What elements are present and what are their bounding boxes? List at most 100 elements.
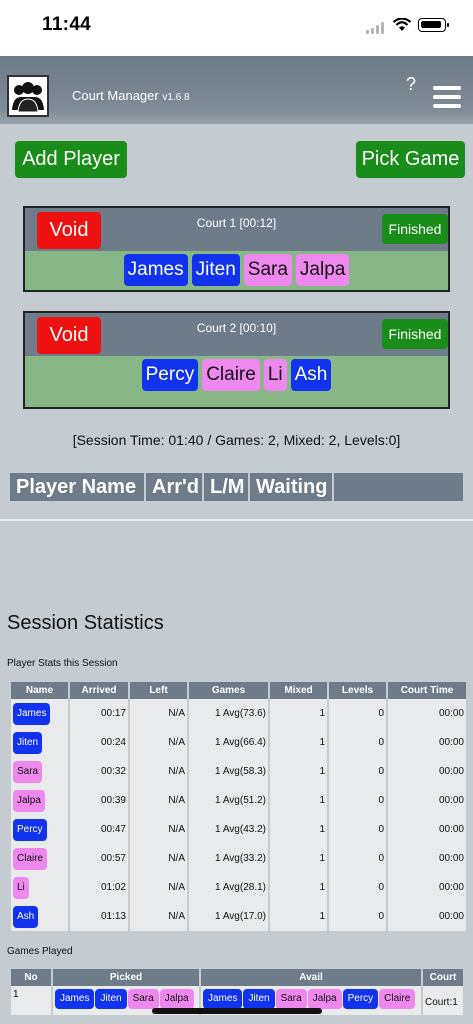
table-row: Jalpa 00:39 N/A 1 Avg(51.2) 1 0 00:00 bbox=[11, 786, 466, 815]
cell-court-time: 00:00 bbox=[388, 786, 466, 815]
player-chip[interactable]: Jalpa bbox=[307, 989, 342, 1009]
player-chip[interactable]: Li bbox=[263, 359, 287, 391]
cell-levels: 0 bbox=[329, 728, 386, 757]
col-lm[interactable]: L/M bbox=[204, 473, 250, 501]
cell-arrived: 00:32 bbox=[70, 757, 128, 786]
th-court-time: Court Time bbox=[388, 682, 466, 699]
app-name: Court Manager bbox=[72, 88, 159, 103]
player-chip[interactable]: James bbox=[203, 989, 243, 1009]
table-row: Percy 00:47 N/A 1 Avg(43.2) 1 0 00:00 bbox=[11, 815, 466, 844]
cell-games: 1 Avg(58.3) bbox=[189, 757, 268, 786]
cell-left: N/A bbox=[130, 844, 187, 873]
cell-court-time: 00:00 bbox=[388, 757, 466, 786]
cell-arrived: 00:24 bbox=[70, 728, 128, 757]
col-waiting[interactable]: Waiting bbox=[250, 473, 334, 501]
player-chip[interactable]: Jiten bbox=[95, 989, 127, 1009]
player-chip[interactable]: Jiten bbox=[13, 731, 43, 754]
cell-arrived: 00:47 bbox=[70, 815, 128, 844]
finished-button[interactable]: Finished bbox=[382, 214, 448, 244]
court-card: Void Court 1 [00:12] Finished James Jite… bbox=[23, 206, 450, 292]
status-bar: 11:44 bbox=[0, 0, 473, 56]
cell-name: Jalpa bbox=[11, 786, 68, 815]
player-chip[interactable]: Li bbox=[13, 876, 29, 899]
cell-left: N/A bbox=[130, 873, 187, 902]
add-player-button[interactable]: Add Player bbox=[15, 141, 127, 178]
player-chip[interactable]: Jalpa bbox=[13, 789, 45, 812]
cell-arrived: 01:13 bbox=[70, 902, 128, 931]
cell-name: Percy bbox=[11, 815, 68, 844]
cell-mixed: 1 bbox=[270, 815, 327, 844]
cell-name: Jiten bbox=[11, 728, 68, 757]
cell-levels: 0 bbox=[329, 815, 386, 844]
finished-button[interactable]: Finished bbox=[382, 319, 448, 349]
col-blank bbox=[334, 473, 463, 501]
cell-games: 1 Avg(73.6) bbox=[189, 699, 268, 728]
cell-name: James bbox=[11, 699, 68, 728]
hamburger-menu-icon[interactable] bbox=[433, 86, 461, 108]
cell-arrived: 00:57 bbox=[70, 844, 128, 873]
app-version: v1.6.8 bbox=[162, 92, 190, 103]
col-arrived[interactable]: Arr'd bbox=[146, 473, 204, 501]
games-title: Games Played bbox=[7, 946, 73, 957]
player-chip[interactable]: Claire bbox=[13, 847, 48, 870]
player-chip[interactable]: Sara bbox=[127, 989, 159, 1009]
th-left: Left bbox=[130, 682, 187, 699]
wifi-icon bbox=[392, 18, 412, 31]
session-summary: [Session Time: 01:40 / Games: 2, Mixed: … bbox=[72, 432, 401, 448]
col-player-name[interactable]: Player Name bbox=[10, 473, 146, 501]
th-no: No bbox=[11, 969, 51, 986]
player-chip[interactable]: Jiten bbox=[243, 989, 275, 1009]
table-row: Ash 01:13 N/A 1 Avg(17.0) 1 0 00:00 bbox=[11, 902, 466, 931]
cell-mixed: 1 bbox=[270, 844, 327, 873]
player-chip[interactable]: James bbox=[13, 702, 51, 725]
th-name: Name bbox=[11, 682, 68, 699]
player-chip[interactable]: Percy bbox=[342, 989, 379, 1009]
cell-court-time: 00:00 bbox=[388, 728, 466, 757]
cell-games: 1 Avg(28.1) bbox=[189, 873, 268, 902]
player-chip[interactable]: Ash bbox=[290, 359, 332, 391]
cell-levels: 0 bbox=[329, 786, 386, 815]
player-chip[interactable]: Sara bbox=[275, 989, 307, 1009]
player-chip[interactable]: Jalpa bbox=[295, 254, 350, 286]
cell-games: 1 Avg(33.2) bbox=[189, 844, 268, 873]
cell-arrived: 00:39 bbox=[70, 786, 128, 815]
player-chip[interactable]: James bbox=[123, 254, 188, 286]
cell-left: N/A bbox=[130, 815, 187, 844]
stats-subtitle: Player Stats this Session bbox=[7, 658, 118, 669]
help-button[interactable]: ? bbox=[406, 74, 416, 95]
th-avail: Avail bbox=[201, 969, 421, 986]
cell-arrived: 00:17 bbox=[70, 699, 128, 728]
table-row: Li 01:02 N/A 1 Avg(28.1) 1 0 00:00 bbox=[11, 873, 466, 902]
cell-court-time: 00:00 bbox=[388, 902, 466, 931]
table-row: James 00:17 N/A 1 Avg(73.6) 1 0 00:00 bbox=[11, 699, 466, 728]
player-chip[interactable]: Percy bbox=[141, 359, 199, 391]
cell-court: Court:1 bbox=[423, 986, 463, 1015]
clock: 11:44 bbox=[42, 14, 92, 35]
cell-name: Sara bbox=[11, 757, 68, 786]
player-chip[interactable]: Sara bbox=[13, 760, 43, 783]
player-chip[interactable]: Percy bbox=[13, 818, 47, 841]
cell-levels: 0 bbox=[329, 873, 386, 902]
player-chip[interactable]: Ash bbox=[13, 905, 39, 928]
court-players: Percy Claire Li Ash bbox=[25, 359, 448, 391]
cell-left: N/A bbox=[130, 786, 187, 815]
cellular-signal-icon bbox=[366, 22, 386, 34]
cell-left: N/A bbox=[130, 757, 187, 786]
table-row: Sara 00:32 N/A 1 Avg(58.3) 1 0 00:00 bbox=[11, 757, 466, 786]
player-chip[interactable]: Claire bbox=[202, 359, 260, 391]
th-court: Court bbox=[423, 969, 463, 986]
player-chip[interactable]: Jalpa bbox=[159, 989, 194, 1009]
cell-mixed: 1 bbox=[270, 786, 327, 815]
table-row: Jiten 00:24 N/A 1 Avg(66.4) 1 0 00:00 bbox=[11, 728, 466, 757]
home-indicator bbox=[152, 1008, 322, 1014]
cell-games: 1 Avg(43.2) bbox=[189, 815, 268, 844]
cell-games: 1 Avg(17.0) bbox=[189, 902, 268, 931]
cell-mixed: 1 bbox=[270, 757, 327, 786]
player-chip[interactable]: James bbox=[55, 989, 95, 1009]
player-chip[interactable]: Sara bbox=[243, 254, 292, 286]
player-chip[interactable]: Jiten bbox=[191, 254, 240, 286]
stats-title: Session Statistics bbox=[7, 612, 164, 634]
cell-name: Claire bbox=[11, 844, 68, 873]
player-chip[interactable]: Claire bbox=[379, 989, 416, 1009]
pick-game-button[interactable]: Pick Game bbox=[356, 141, 465, 178]
